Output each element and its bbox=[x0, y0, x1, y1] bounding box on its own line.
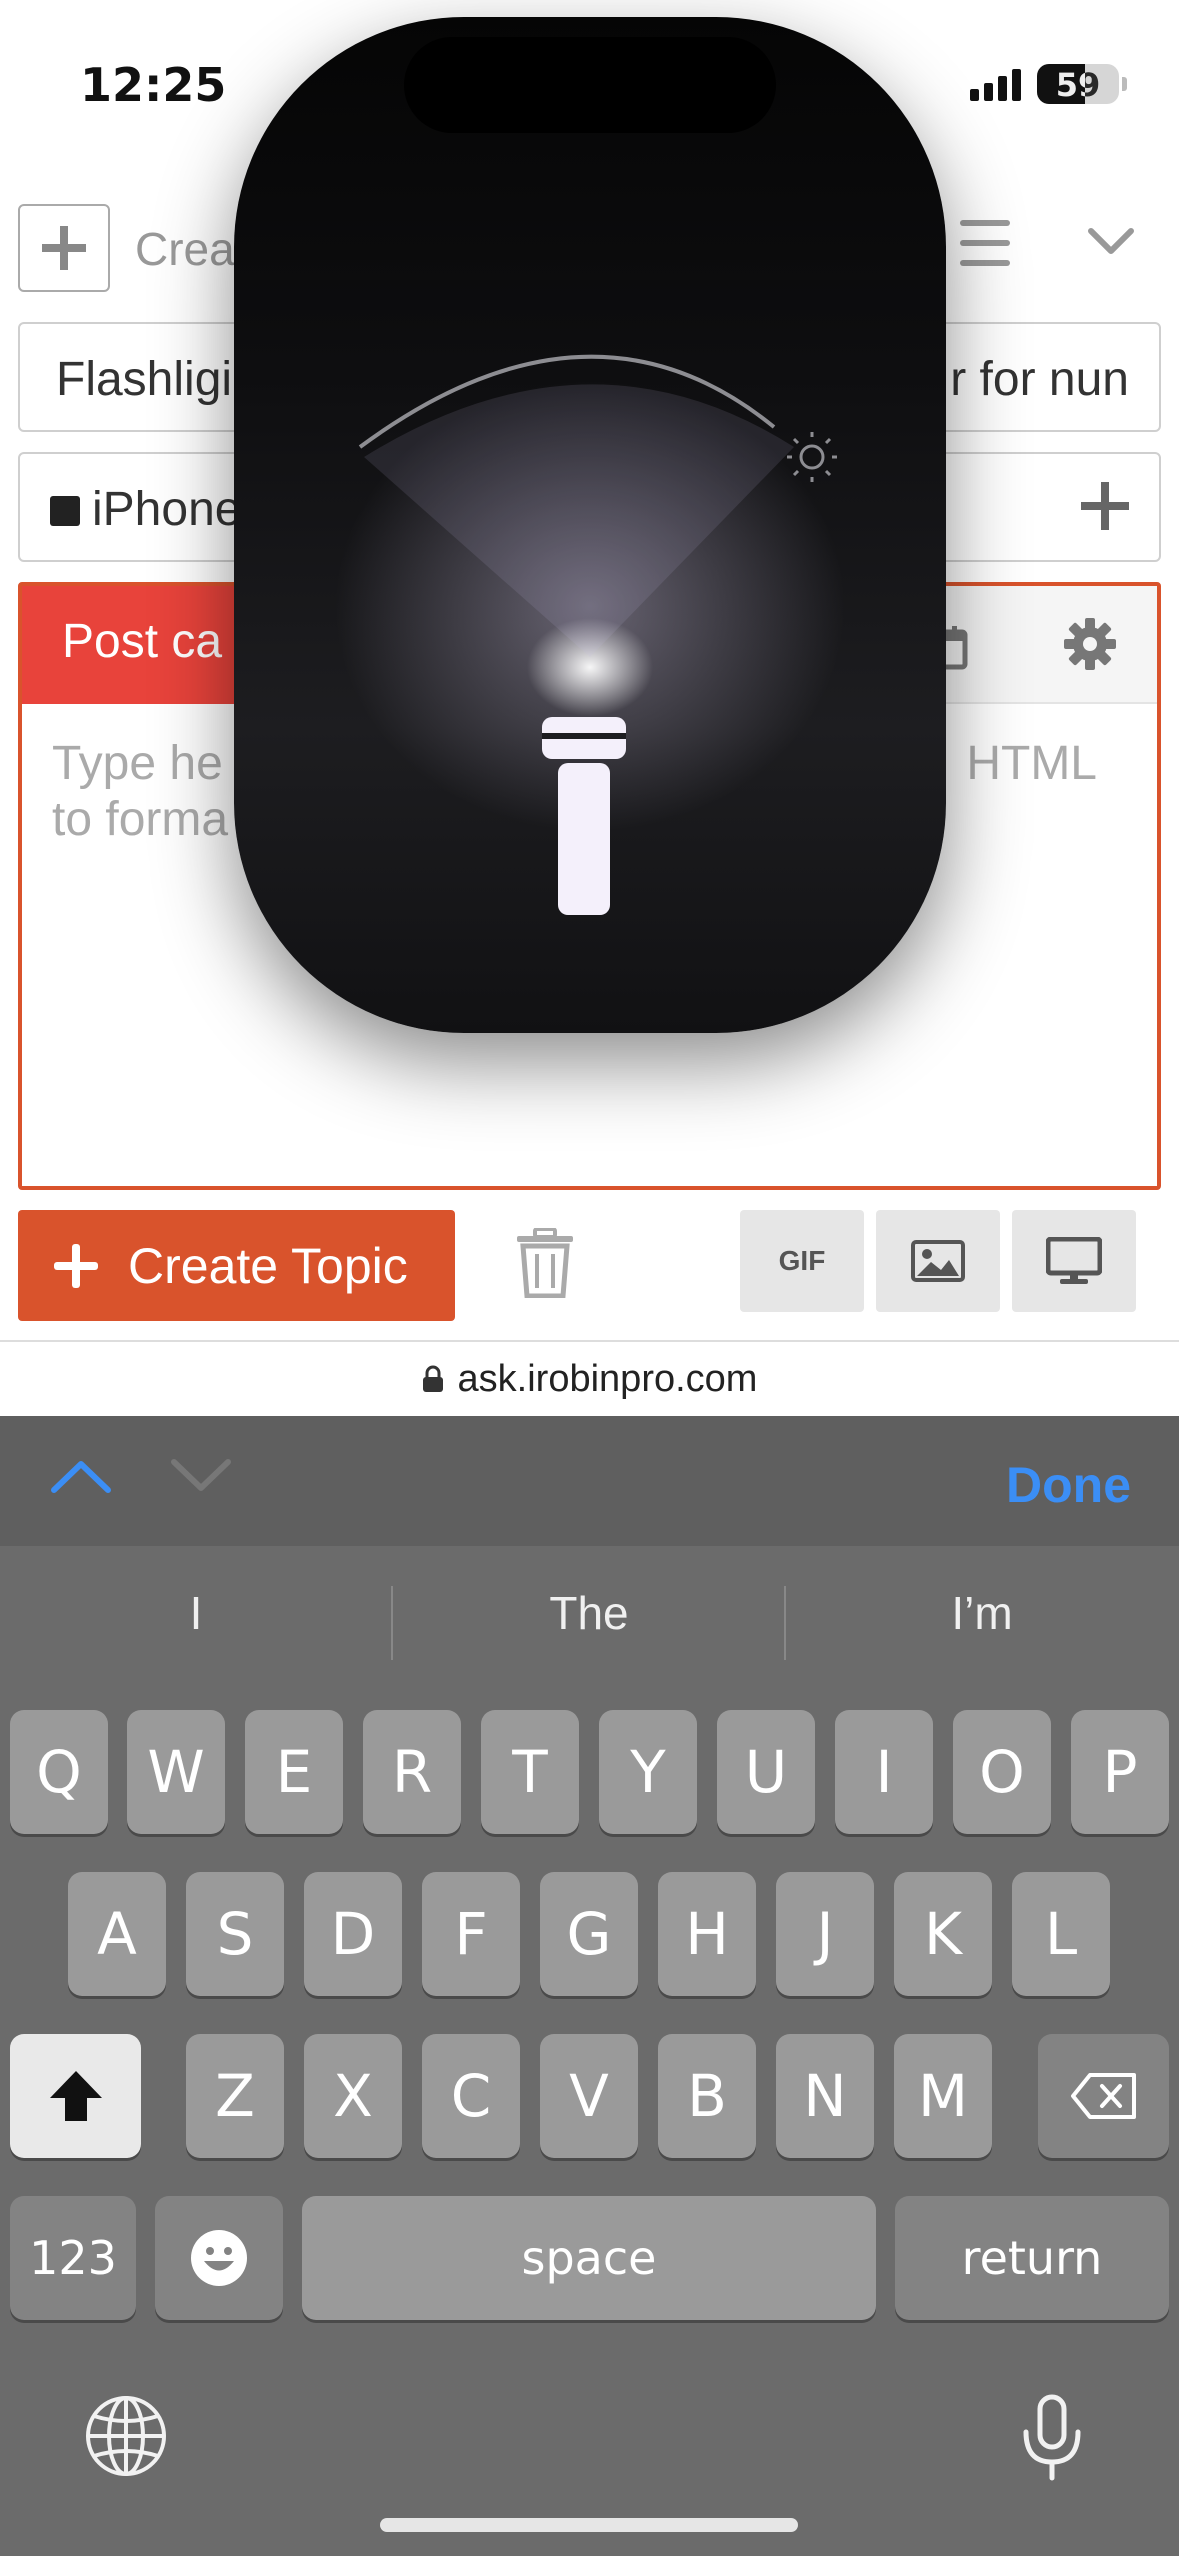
brightness-sun-icon bbox=[787, 432, 837, 482]
gif-button[interactable]: GIF bbox=[740, 1210, 864, 1312]
done-button[interactable]: Done bbox=[1006, 1456, 1131, 1514]
shift-key[interactable] bbox=[10, 2034, 141, 2158]
desktop-icon bbox=[1046, 1237, 1102, 1284]
keyboard: I The I’m Q W E R T Y U I O P A S D F G … bbox=[0, 1546, 1179, 2556]
keyboard-accessory-bar: Done bbox=[0, 1416, 1179, 1546]
light-beam bbox=[364, 384, 794, 657]
home-indicator bbox=[380, 2518, 798, 2532]
key-a[interactable]: A bbox=[68, 1872, 166, 1996]
address-bar[interactable]: ask.irobinpro.com bbox=[0, 1340, 1179, 1416]
url-text: ask.irobinpro.com bbox=[457, 1357, 758, 1400]
plus-icon bbox=[42, 226, 86, 270]
key-p[interactable]: P bbox=[1071, 1710, 1169, 1834]
next-field-icon[interactable] bbox=[170, 1456, 232, 1496]
status-time: 12:25 bbox=[80, 58, 227, 112]
flashlight-control[interactable] bbox=[234, 17, 946, 1033]
battery-icon: 59 bbox=[1037, 64, 1127, 104]
key-z[interactable]: Z bbox=[186, 2034, 284, 2158]
microphone-icon[interactable] bbox=[1018, 2394, 1086, 2482]
suggestion-3[interactable]: I’m bbox=[786, 1586, 1178, 1640]
title-text-start: Flashligi bbox=[56, 353, 233, 406]
gear-icon[interactable] bbox=[1062, 616, 1118, 672]
key-v[interactable]: V bbox=[540, 2034, 638, 2158]
key-g[interactable]: G bbox=[540, 1872, 638, 1996]
globe-icon[interactable] bbox=[84, 2394, 168, 2478]
lock-icon bbox=[422, 1365, 443, 1392]
key-d[interactable]: D bbox=[304, 1872, 402, 1996]
placeholder-line-2: to forma bbox=[52, 793, 229, 846]
fullscreen-preview-button[interactable] bbox=[1012, 1210, 1136, 1312]
key-b[interactable]: B bbox=[658, 2034, 756, 2158]
emoji-icon bbox=[191, 2230, 247, 2286]
cellular-signal-icon bbox=[970, 67, 1021, 101]
key-n[interactable]: N bbox=[776, 2034, 874, 2158]
key-m[interactable]: M bbox=[894, 2034, 992, 2158]
key-u[interactable]: U bbox=[717, 1710, 815, 1834]
placeholder-line-1: Type he bbox=[52, 737, 223, 790]
create-heading: Crea bbox=[135, 223, 235, 275]
key-l[interactable]: L bbox=[1012, 1872, 1110, 1996]
key-r[interactable]: R bbox=[363, 1710, 461, 1834]
previous-field-icon[interactable] bbox=[50, 1456, 112, 1496]
key-q[interactable]: Q bbox=[10, 1710, 108, 1834]
title-text-end: r for nun bbox=[950, 353, 1129, 406]
new-topic-plus-button[interactable] bbox=[18, 204, 110, 292]
hamburger-menu-icon[interactable] bbox=[960, 220, 1010, 266]
key-c[interactable]: C bbox=[422, 2034, 520, 2158]
category-color-swatch bbox=[50, 496, 80, 526]
suggestion-1[interactable]: I bbox=[0, 1586, 392, 1640]
status-indicators: 59 bbox=[970, 64, 1127, 104]
return-key[interactable]: return bbox=[895, 2196, 1169, 2320]
trash-icon[interactable] bbox=[515, 1228, 575, 1298]
key-e[interactable]: E bbox=[245, 1710, 343, 1834]
emoji-key[interactable] bbox=[155, 2196, 283, 2320]
key-x[interactable]: X bbox=[304, 2034, 402, 2158]
key-o[interactable]: O bbox=[953, 1710, 1051, 1834]
numbers-key[interactable]: 123 bbox=[10, 2196, 136, 2320]
create-topic-label: Create Topic bbox=[128, 1237, 408, 1294]
image-upload-button[interactable] bbox=[876, 1210, 1000, 1312]
chevron-down-icon[interactable] bbox=[1086, 225, 1136, 259]
backspace-key[interactable] bbox=[1038, 2034, 1169, 2158]
suggestion-2[interactable]: The bbox=[393, 1586, 785, 1640]
key-y[interactable]: Y bbox=[599, 1710, 697, 1834]
plus-icon bbox=[54, 1243, 98, 1288]
flashlight-icon bbox=[542, 717, 626, 915]
key-f[interactable]: F bbox=[422, 1872, 520, 1996]
key-t[interactable]: T bbox=[481, 1710, 579, 1834]
key-k[interactable]: K bbox=[894, 1872, 992, 1996]
shift-arrow-icon bbox=[49, 2071, 102, 2121]
key-i[interactable]: I bbox=[835, 1710, 933, 1834]
battery-percent: 59 bbox=[1055, 66, 1101, 104]
key-h[interactable]: H bbox=[658, 1872, 756, 1996]
create-topic-button[interactable]: Create Topic bbox=[18, 1210, 455, 1321]
backspace-icon bbox=[1070, 2073, 1136, 2119]
add-tag-plus-icon[interactable] bbox=[1081, 482, 1129, 530]
placeholder-html-hint: HTML bbox=[966, 737, 1097, 790]
key-s[interactable]: S bbox=[186, 1872, 284, 1996]
key-j[interactable]: J bbox=[776, 1872, 874, 1996]
space-key[interactable]: space bbox=[302, 2196, 876, 2320]
editor-placeholder: Type he to forma bbox=[52, 736, 228, 848]
category-label: iPhone bbox=[92, 483, 242, 536]
image-icon bbox=[911, 1240, 965, 1282]
key-w[interactable]: W bbox=[127, 1710, 225, 1834]
